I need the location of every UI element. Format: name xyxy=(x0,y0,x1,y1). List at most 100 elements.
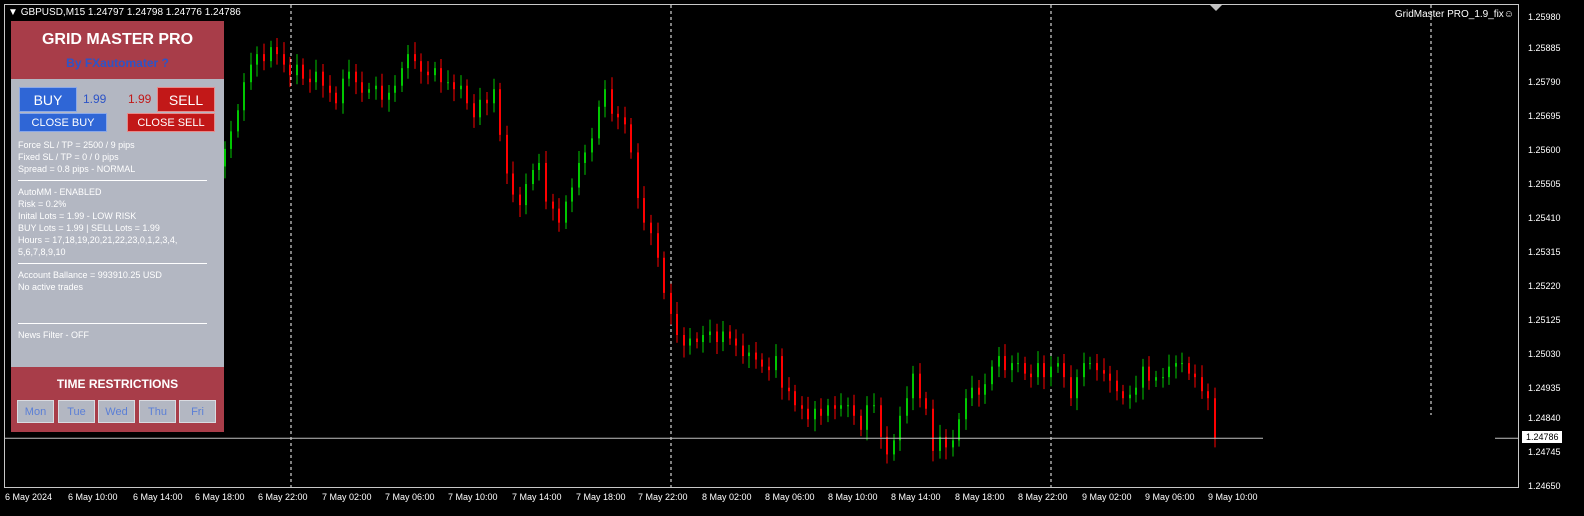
candle-body xyxy=(270,47,272,62)
candle-body xyxy=(840,405,842,409)
candle-body xyxy=(1011,363,1013,371)
time-axis-label: 8 May 18:00 xyxy=(955,492,1005,502)
day-button-fri[interactable]: Fri xyxy=(179,400,216,423)
candle-body xyxy=(224,148,226,167)
candle-body xyxy=(807,408,809,420)
chart-menu-triangle-icon[interactable]: ▼ xyxy=(8,7,18,18)
candle-body xyxy=(991,366,993,385)
candle-body xyxy=(1024,363,1026,374)
candle-body xyxy=(302,64,304,79)
price-axis-label: 1.25980 xyxy=(1528,12,1561,22)
candle-body xyxy=(925,398,927,409)
chart-shift-marker-icon[interactable] xyxy=(1210,5,1222,11)
candle-body xyxy=(683,335,685,346)
candle-body xyxy=(650,222,652,234)
symbol-header: ▼ GBPUSD,M15 1.24797 1.24798 1.24776 1.2… xyxy=(8,7,241,18)
candle-body xyxy=(748,352,750,357)
price-chart[interactable] xyxy=(4,4,1519,488)
time-axis-label: 8 May 06:00 xyxy=(765,492,815,502)
candle-body xyxy=(401,68,403,86)
candle-body xyxy=(611,89,613,114)
day-button-mon[interactable]: Mon xyxy=(17,400,54,423)
sell-button[interactable]: SELL xyxy=(157,87,215,112)
account-balance-text: Account Ballance = 993910.25 USD xyxy=(18,270,162,280)
candle-body xyxy=(545,162,547,202)
candle-body xyxy=(847,405,849,407)
candle-body xyxy=(761,359,763,367)
candle-body xyxy=(447,82,449,84)
current-price-badge: 1.24786 xyxy=(1522,431,1562,443)
candle-body xyxy=(873,405,875,407)
candle-body xyxy=(834,405,836,409)
candle-body xyxy=(676,313,678,336)
candle-body xyxy=(289,64,291,76)
candle-body xyxy=(663,257,665,293)
candle-body xyxy=(519,194,521,206)
candle-body xyxy=(315,71,317,83)
candle-body xyxy=(952,440,954,448)
candle-body xyxy=(571,187,573,202)
price-axis-label: 1.25600 xyxy=(1528,145,1561,155)
candle-body xyxy=(466,85,468,104)
candle-body xyxy=(578,162,580,188)
candle-body xyxy=(939,436,941,451)
time-axis-label: 8 May 02:00 xyxy=(702,492,752,502)
candle-body xyxy=(742,345,744,357)
candle-body xyxy=(689,338,691,346)
candle-body xyxy=(230,131,232,149)
candle-body xyxy=(919,373,921,399)
divider xyxy=(18,323,207,324)
candle-body xyxy=(335,92,337,104)
time-axis-label: 7 May 22:00 xyxy=(638,492,688,502)
close-buy-button[interactable]: CLOSE BUY xyxy=(19,113,107,132)
candle-body xyxy=(971,387,973,399)
close-sell-button[interactable]: CLOSE SELL xyxy=(127,113,215,132)
candle-body xyxy=(1057,363,1059,367)
candle-body xyxy=(630,124,632,153)
candle-body xyxy=(1043,363,1045,378)
buy-button[interactable]: BUY xyxy=(19,87,77,112)
candle-body xyxy=(696,338,698,343)
candle-body xyxy=(414,54,416,62)
candle-body xyxy=(1030,373,1032,378)
candle-body xyxy=(256,54,258,65)
day-button-thu[interactable]: Thu xyxy=(139,400,176,423)
candle-body xyxy=(348,71,350,79)
candlestick-chart xyxy=(5,5,1518,487)
candle-body xyxy=(368,89,370,93)
candle-body xyxy=(860,415,862,430)
risk-text: Risk = 0.2% xyxy=(18,199,67,209)
time-axis-label: 7 May 10:00 xyxy=(448,492,498,502)
candle-body xyxy=(643,198,645,223)
candle-body xyxy=(388,92,390,100)
candle-body xyxy=(1122,391,1124,399)
candle-body xyxy=(1096,363,1098,371)
price-axis-label: 1.25220 xyxy=(1528,281,1561,291)
day-button-wed[interactable]: Wed xyxy=(98,400,135,423)
time-restrictions-section: TIME RESTRICTIONS Mon Tue Wed Thu Fri xyxy=(11,367,224,432)
candle-body xyxy=(427,71,429,76)
candle-body xyxy=(1063,363,1065,378)
candle-body xyxy=(434,68,436,76)
candle-body xyxy=(322,71,324,86)
symbol-quote: GBPUSD,M15 1.24797 1.24798 1.24776 1.247… xyxy=(20,7,241,18)
day-button-tue[interactable]: Tue xyxy=(58,400,95,423)
candle-body xyxy=(1037,363,1039,378)
candle-body xyxy=(853,405,855,416)
candle-body xyxy=(1142,366,1144,388)
candle-body xyxy=(624,117,626,125)
time-axis-label: 8 May 14:00 xyxy=(891,492,941,502)
price-axis-label: 1.24935 xyxy=(1528,383,1561,393)
candle-body xyxy=(486,99,488,104)
candle-body xyxy=(984,384,986,395)
candle-body xyxy=(788,387,790,392)
candle-body xyxy=(820,408,822,416)
price-axis-label: 1.24650 xyxy=(1528,481,1561,491)
candle-body xyxy=(532,169,534,185)
candle-body xyxy=(453,82,455,90)
price-axis-label: 1.25505 xyxy=(1528,179,1561,189)
candle-body xyxy=(479,99,481,118)
candle-body xyxy=(735,338,737,346)
candle-body xyxy=(309,78,311,83)
candle-body xyxy=(637,152,639,199)
